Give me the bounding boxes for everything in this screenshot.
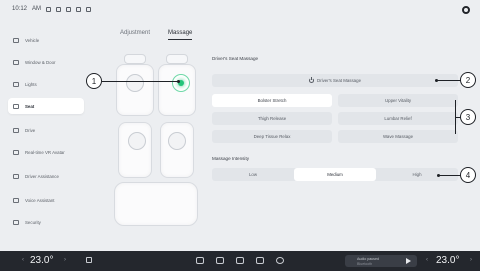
mic-icon: [13, 197, 19, 203]
wifi-icon: [66, 6, 72, 12]
media-subtitle: Bluetooth: [357, 261, 373, 266]
temp-left[interactable]: 23.0°: [30, 255, 53, 266]
location-icon: [86, 6, 92, 12]
bluetooth-icon: [56, 6, 62, 12]
intensity-medium[interactable]: Medium: [294, 168, 376, 181]
temp-left-increase-icon[interactable]: ›: [64, 257, 66, 263]
power-label: Driver's Seat Massage: [316, 78, 362, 83]
tab-adjustment[interactable]: Adjustment: [120, 30, 150, 40]
callout-4-leader: [439, 175, 461, 176]
assistant-icon[interactable]: [276, 257, 284, 264]
sidebar-item-window-door[interactable]: Window & Door: [8, 54, 84, 70]
sidebar-item-label: Lights: [25, 81, 37, 87]
sidebar-item-driver-assistance[interactable]: Driver Assistance: [8, 168, 84, 184]
sidebar-item-vr-avatar[interactable]: Real-time VR Avatar: [8, 144, 84, 160]
mode-button-3[interactable]: Thigh Release: [212, 112, 332, 125]
vr-icon: [13, 149, 19, 155]
grid-icon[interactable]: [196, 257, 204, 264]
sidebar-item-voice-assistant[interactable]: Voice Assistant: [8, 192, 84, 208]
fan-icon[interactable]: [216, 257, 224, 264]
seat-tabs: Adjustment Massage: [120, 30, 193, 40]
callout-1-dot: [177, 79, 180, 83]
temp-right-decrease-icon[interactable]: ‹: [426, 257, 428, 263]
callout-4-dot: [437, 173, 440, 177]
callout-3: 3: [460, 109, 476, 125]
sidebar-item-label: Security: [25, 219, 41, 225]
signal-icon: [46, 6, 52, 12]
sidebar-item-drive[interactable]: Drive: [8, 122, 84, 138]
sidebar-item-label: Vehicle: [25, 37, 40, 43]
door-icon: [13, 59, 19, 65]
settings-sidebar: Vehicle Window & Door Lights Seat Drive …: [0, 28, 90, 248]
intensity-low[interactable]: Low: [212, 168, 294, 181]
rear-bench[interactable]: [114, 182, 198, 226]
car-icon[interactable]: [256, 257, 264, 264]
massage-power-button[interactable]: Driver's Seat Massage: [212, 74, 458, 87]
intensity-selector: Low Medium High: [212, 168, 458, 181]
seat-heat-icon[interactable]: [86, 257, 92, 263]
temp-right-increase-icon[interactable]: ›: [470, 257, 472, 263]
temp-left-decrease-icon[interactable]: ‹: [22, 257, 24, 263]
light-icon: [13, 81, 19, 87]
clock: 10:12: [12, 6, 28, 12]
sidebar-item-label: Driver Assistance: [25, 173, 59, 179]
mode-button-4[interactable]: Lumbar Relief: [338, 112, 458, 125]
sidebar-item-label: Seat: [25, 103, 35, 109]
sidebar-item-security[interactable]: Security: [8, 214, 84, 230]
mode-button-1[interactable]: Bolster Stretch: [212, 94, 332, 107]
media-title: Audio paused: [357, 256, 379, 261]
assist-icon: [13, 173, 19, 179]
status-bar: 10:12 AM: [0, 0, 480, 20]
mode-button-2[interactable]: Upper Vitality: [338, 94, 458, 107]
car-icon: [13, 37, 19, 43]
callout-2-dot: [435, 78, 438, 82]
section-title: Driver's Seat Massage: [212, 56, 259, 61]
clock-period: AM: [32, 6, 42, 12]
sidebar-item-vehicle[interactable]: Vehicle: [8, 32, 84, 48]
bottom-dock: ‹ 23.0° › Audio paused Bluetooth ‹ 23.0°…: [0, 251, 480, 271]
rear-left-seat-button[interactable]: [128, 132, 146, 150]
headrest-front-right: [166, 54, 188, 64]
tab-massage[interactable]: Massage: [168, 30, 193, 40]
mode-button-5[interactable]: Deep Tissue Relax: [212, 130, 332, 143]
camera-icon: [76, 6, 82, 12]
seat-icon: [13, 103, 19, 109]
rear-right-seat-button[interactable]: [168, 132, 186, 150]
play-icon[interactable]: [406, 258, 411, 264]
shield-icon: [13, 219, 19, 225]
sidebar-item-lights[interactable]: Lights: [8, 76, 84, 92]
callout-1-leader: [102, 81, 178, 82]
sidebar-item-label: Drive: [25, 127, 36, 133]
seat-rear-left[interactable]: [118, 122, 152, 178]
sidebar-item-label: Real-time VR Avatar: [25, 149, 65, 155]
callout-1: 1: [86, 73, 102, 89]
seat-rear-right[interactable]: [160, 122, 194, 178]
callout-2-leader: [437, 80, 461, 81]
music-icon[interactable]: [236, 257, 244, 264]
power-icon: [308, 77, 314, 83]
intensity-title: Massage Intensity: [212, 156, 250, 161]
callout-3-bracket: [455, 100, 456, 134]
passenger-seat-button[interactable]: [126, 74, 144, 92]
sidebar-item-label: Voice Assistant: [25, 197, 55, 203]
media-widget[interactable]: Audio paused Bluetooth: [345, 255, 417, 267]
sidebar-item-seat[interactable]: Seat: [8, 98, 84, 114]
temp-right[interactable]: 23.0°: [436, 255, 459, 266]
callout-4: 4: [460, 167, 476, 183]
mode-button-6[interactable]: Wave Massage: [338, 130, 458, 143]
callout-2: 2: [460, 72, 476, 88]
settings-screen: 10:12 AM Vehicle Window & Door Lights Se…: [0, 0, 480, 251]
headrest-front-left: [124, 54, 146, 64]
profile-icon[interactable]: [462, 6, 470, 14]
steering-icon: [13, 127, 19, 133]
sidebar-item-label: Window & Door: [25, 59, 56, 65]
driver-seat-button[interactable]: [172, 74, 190, 92]
